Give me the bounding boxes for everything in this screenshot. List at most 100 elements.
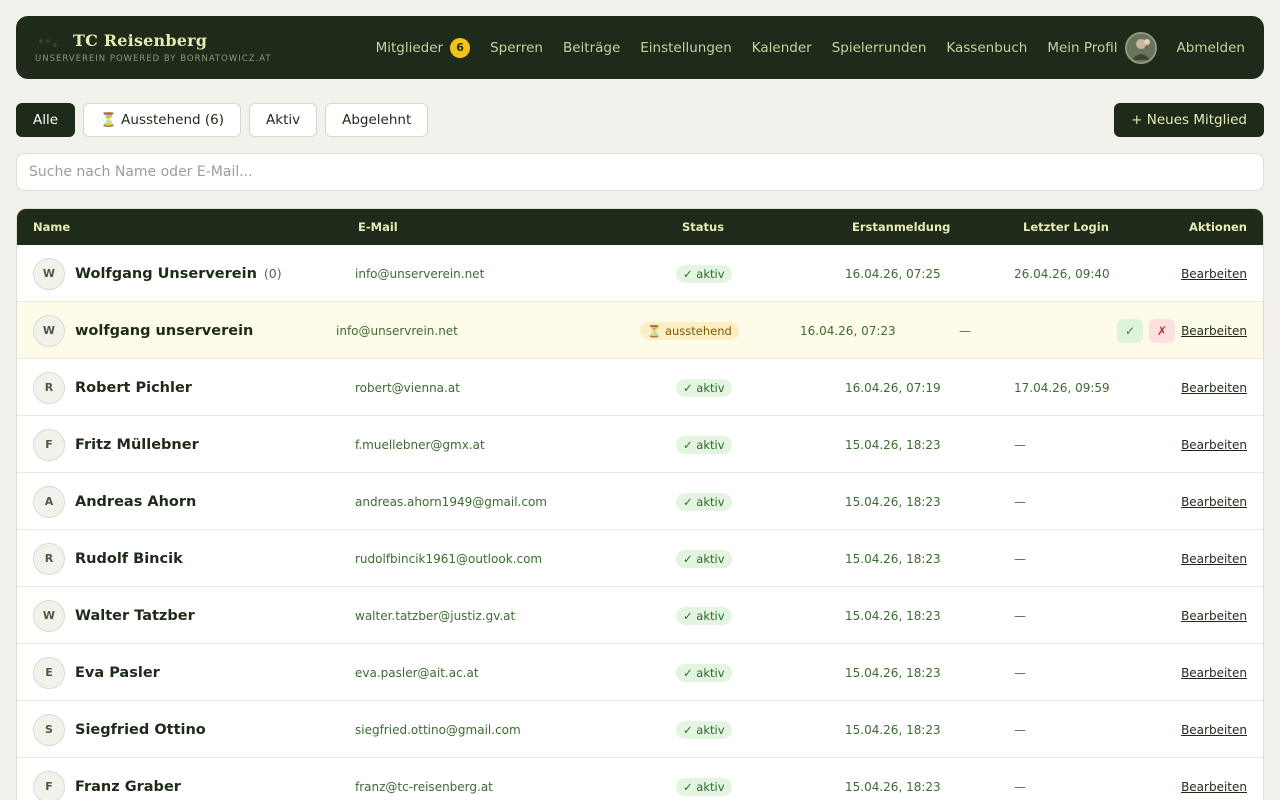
reject-button[interactable]: ✗: [1149, 318, 1176, 343]
first-login-date: 16.04.26, 07:23: [800, 323, 896, 338]
table-row[interactable]: F Franz Graber franz@tc-reisenberg.at ✓ akt…: [17, 758, 1263, 800]
status-badge: ✓ aktiv: [676, 777, 732, 796]
edit-member-link[interactable]: Bearbeiten: [1181, 267, 1247, 281]
status-badge: ✓ aktiv: [676, 720, 732, 739]
first-login-date: 15.04.26, 18:23: [845, 437, 941, 452]
first-login-date: 15.04.26, 18:23: [845, 722, 941, 737]
member-name: Fritz Müllebner: [75, 436, 199, 453]
last-login-date: —: [1014, 722, 1026, 737]
member-avatar: S: [33, 713, 65, 746]
table-row[interactable]: W Walter Tatzber walter.tatzber@justiz.gv.…: [17, 587, 1263, 644]
member-email: rudolfbincik1961@outlook.com: [355, 551, 543, 566]
member-avatar: R: [33, 371, 65, 404]
first-login-date: 15.04.26, 18:23: [845, 608, 941, 623]
table-row[interactable]: E Eva Pasler eva.pasler@ait.ac.at ✓ aktiv 15…: [17, 644, 1263, 701]
edit-member-link[interactable]: Bearbeiten: [1181, 780, 1247, 794]
table-body: W Wolfgang Unserverein (0) info@unserverein…: [17, 245, 1263, 800]
main-nav: Mitglieder 6 Sperren Beiträge Einstellun…: [375, 31, 1245, 64]
nav-item-mitglieder[interactable]: Mitglieder 6: [375, 37, 471, 58]
filter-ausstehend-button[interactable]: ⏳ Ausstehend (6): [83, 103, 242, 137]
member-avatar: E: [33, 656, 65, 689]
member-name: Franz Graber: [75, 778, 181, 795]
column-header-status[interactable]: Status: [682, 209, 724, 245]
member-email: info@unserverein.net: [355, 266, 485, 281]
member-email: walter.tatzber@justiz.gv.at: [355, 608, 516, 623]
member-email: franz@tc-reisenberg.at: [355, 779, 493, 794]
first-login-date: 16.04.26, 07:25: [845, 266, 941, 281]
status-badge: ⏳ ausstehend: [640, 321, 739, 340]
member-avatar: F: [33, 770, 65, 800]
edit-member-link[interactable]: Bearbeiten: [1181, 495, 1247, 509]
last-login-date: —: [1014, 779, 1026, 794]
nav-item-kalender[interactable]: Kalender: [752, 40, 812, 56]
app-title: TC Reisenberg: [73, 31, 208, 50]
last-login-date: —: [1014, 608, 1026, 623]
table-row[interactable]: R Rudolf Bincik rudolfbincik1961@outlook.c…: [17, 530, 1263, 587]
member-avatar: F: [33, 428, 65, 461]
edit-member-link[interactable]: Bearbeiten: [1181, 609, 1247, 623]
member-name: Andreas Ahorn: [75, 493, 197, 510]
edit-member-link[interactable]: Bearbeiten: [1181, 438, 1247, 452]
table-row[interactable]: F Fritz Müllebner f.muellebner@gmx.at ✓ akt…: [17, 416, 1263, 473]
member-email: info@unservrein.net: [336, 323, 458, 338]
nav-item-mein-profil[interactable]: Mein Profil: [1047, 31, 1157, 64]
filter-abgelehnt-button[interactable]: Abgelehnt: [325, 103, 429, 137]
edit-member-link[interactable]: Bearbeiten: [1181, 666, 1247, 680]
first-login-date: 15.04.26, 18:23: [845, 779, 941, 794]
status-badge: ✓ aktiv: [676, 378, 732, 397]
table-row[interactable]: Wwolfgang unserverein info@unservrein.net…: [17, 302, 1263, 359]
status-badge: ✓ aktiv: [676, 435, 732, 454]
last-login-date: 17.04.26, 09:59: [1014, 380, 1110, 395]
nav-item-sperren[interactable]: Sperren: [490, 40, 543, 56]
nav-item-beitraege[interactable]: Beiträge: [563, 40, 620, 56]
member-email: robert@vienna.at: [355, 380, 460, 395]
column-header-name[interactable]: Name: [33, 209, 70, 245]
table-row[interactable]: R Robert Pichler robert@vienna.at ✓ aktiv 16…: [17, 359, 1263, 416]
nav-item-label: Mitglieder: [375, 39, 444, 56]
member-avatar: W: [33, 257, 65, 290]
brand[interactable]: TC Reisenberg Unserverein powered by bor…: [35, 31, 272, 64]
nav-item-abmelden[interactable]: Abmelden: [1177, 40, 1245, 56]
filter-alle-button[interactable]: Alle: [16, 103, 76, 137]
member-name: Robert Pichler: [75, 379, 192, 396]
edit-member-link[interactable]: Bearbeiten: [1181, 723, 1247, 737]
status-badge: ✓ aktiv: [676, 606, 732, 625]
last-login-date: —: [1014, 551, 1026, 566]
edit-member-link[interactable]: Bearbeiten: [1181, 324, 1247, 338]
member-avatar: W: [33, 314, 65, 347]
status-badge: ✓ aktiv: [676, 492, 732, 511]
last-login-date: —: [959, 323, 971, 338]
first-login-date: 15.04.26, 18:23: [845, 665, 941, 680]
nav-item-spielerrunden[interactable]: Spielerrunden: [832, 40, 927, 56]
column-header-letzter-login[interactable]: Letzter Login: [1023, 209, 1109, 245]
nav-item-einstellungen[interactable]: Einstellungen: [640, 40, 732, 56]
filter-aktiv-button[interactable]: Aktiv: [249, 103, 318, 137]
table-row[interactable]: W Wolfgang Unserverein (0) info@unserverein…: [17, 245, 1263, 302]
member-email: siegfried.ottino@gmail.com: [355, 722, 521, 737]
search-input[interactable]: [16, 153, 1264, 191]
member-email: eva.pasler@ait.ac.at: [355, 665, 479, 680]
member-avatar: R: [33, 542, 65, 575]
approve-button[interactable]: ✓: [1117, 318, 1144, 343]
first-login-date: 16.04.26, 07:19: [845, 380, 941, 395]
table-row[interactable]: A Andreas Ahorn andreas.ahorn1949@gmail.co…: [17, 473, 1263, 530]
column-header-erstanmeldung[interactable]: Erstanmeldung: [852, 209, 950, 245]
member-avatar: W: [33, 599, 65, 632]
first-login-date: 15.04.26, 18:23: [845, 494, 941, 509]
profile-avatar[interactable]: [1124, 31, 1157, 64]
member-email: andreas.ahorn1949@gmail.com: [355, 494, 547, 509]
member-avatar: A: [33, 485, 65, 518]
app-header: TC Reisenberg Unserverein powered by bor…: [16, 16, 1264, 79]
edit-member-link[interactable]: Bearbeiten: [1181, 381, 1247, 395]
nav-item-kassenbuch[interactable]: Kassenbuch: [946, 40, 1027, 56]
table-row[interactable]: S Siegfried Ottino siegfried.ottino@gmail.…: [17, 701, 1263, 758]
member-name: wolfgang unserverein: [75, 322, 254, 339]
nav-item-label: Mein Profil: [1047, 39, 1118, 56]
edit-member-link[interactable]: Bearbeiten: [1181, 552, 1247, 566]
member-email: f.muellebner@gmx.at: [355, 437, 485, 452]
column-header-email[interactable]: E-Mail: [358, 209, 398, 245]
new-member-button[interactable]: + Neues Mitglied: [1114, 103, 1264, 137]
member-name: Rudolf Bincik: [75, 550, 183, 567]
app-subtitle: Unserverein powered by bornatowicz.at: [35, 54, 272, 64]
last-login-date: —: [1014, 437, 1026, 452]
